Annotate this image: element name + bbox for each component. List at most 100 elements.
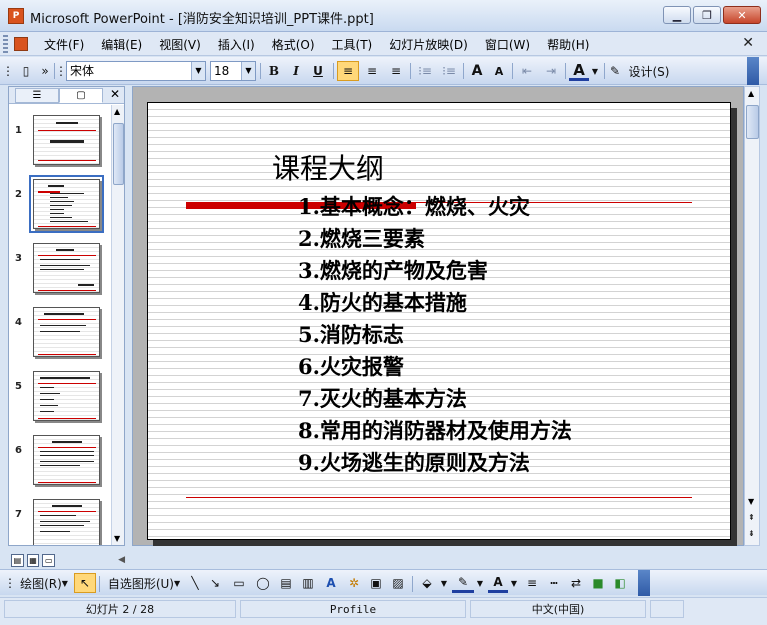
new-document-icon[interactable]: ▯ [16,61,36,81]
scroll-left-icon[interactable]: ◀ [118,555,125,565]
grip-handle[interactable]: ⋮ [4,573,16,593]
font-name-select[interactable]: 宋体 ▼ [66,61,206,81]
decrease-indent-icon[interactable]: ⇤ [516,61,538,81]
align-left-button[interactable]: ≡ [337,61,359,81]
close-document-icon[interactable]: ✕ [742,35,754,51]
menu-format[interactable]: 格式(O) [272,36,315,53]
menu-edit[interactable]: 编辑(E) [101,36,142,53]
toolbar-options-icon[interactable]: » [40,61,50,81]
numbering-icon[interactable]: ⁝≡ [414,61,436,81]
select-pointer-button[interactable]: ↖ [74,573,96,593]
grip-handle[interactable]: ⋮ [55,61,67,81]
arrow-tool-icon[interactable]: ↘ [206,573,224,593]
menu-window[interactable]: 窗口(W) [485,36,530,53]
slide-thumbnail-3[interactable]: 3 [9,241,113,301]
close-pane-icon[interactable]: ✕ [110,87,120,101]
slide-outline-list[interactable]: 1.基本概念：燃烧、火灾 2.燃烧三要素 3.燃烧的产物及危害 4.防火的基本措… [298,191,572,479]
slide-thumbnail-2[interactable]: 2 [9,175,113,237]
slide-thumbnail-5[interactable]: 5 [9,369,113,429]
italic-button[interactable]: I [286,61,306,81]
font-color-icon[interactable]: A [488,573,508,593]
slide-sorter-button[interactable]: ▦ [26,553,40,567]
slide-canvas[interactable]: 课程大纲 1.基本概念：燃烧、火灾 2.燃烧三要素 3.燃烧的产物及危害 4.防… [147,102,731,540]
chevron-down-icon[interactable]: ▼ [241,62,255,80]
menu-slideshow[interactable]: 幻灯片放映(D) [389,36,468,53]
grow-font-button[interactable]: A [467,61,487,81]
shrink-font-button[interactable]: A [489,61,509,81]
textbox-tool-icon[interactable]: ▤ [276,573,296,593]
next-slide-icon[interactable]: ⇟ [748,529,755,538]
align-center-button[interactable]: ≡ [361,61,383,81]
line-tool-icon[interactable]: ╲ [186,573,204,593]
thumb-rule [38,383,96,384]
line-color-icon[interactable]: ✎ [452,573,474,593]
slide-title[interactable]: 课程大纲 [272,147,384,187]
scroll-up-icon[interactable]: ▲ [748,89,754,98]
minimize-button[interactable]: ▁ [663,6,691,24]
menu-tools[interactable]: 工具(T) [332,36,373,53]
vertical-textbox-icon[interactable]: ▥ [298,573,318,593]
grip-handle[interactable] [3,35,8,53]
toolbar-options-icon[interactable] [747,57,759,85]
normal-view-button[interactable]: ▤ [11,553,24,567]
menu-help[interactable]: 帮助(H) [547,36,589,53]
scroll-down-icon[interactable]: ▼ [114,534,120,543]
insert-picture-icon[interactable]: ▨ [388,573,408,593]
line-style-icon[interactable]: ≡ [522,573,542,593]
clipart-icon[interactable]: ▣ [366,573,386,593]
align-right-button[interactable]: ≡ [385,61,407,81]
menu-file[interactable]: 文件(F) [44,36,84,53]
chevron-down-icon[interactable]: ▼ [439,573,449,593]
pane-scrollbar[interactable]: ▲ ▼ [111,105,124,545]
close-window-button[interactable]: ✕ [723,6,761,24]
scroll-down-icon[interactable]: ▼ [748,497,754,506]
scroll-thumb[interactable] [746,105,759,139]
thumb-rule [38,255,96,256]
thumbnail-image [33,499,100,545]
toolbar-options-icon[interactable] [638,570,650,596]
underline-button[interactable]: U [308,61,328,81]
scroll-up-icon[interactable]: ▲ [114,107,120,116]
thumb-text [40,325,86,326]
slideshow-button[interactable]: ▭ [42,553,56,567]
diagram-icon[interactable]: ✲ [344,573,364,593]
oval-tool-icon[interactable]: ◯ [252,573,274,593]
menu-view[interactable]: 视图(V) [159,36,201,53]
tab-slides[interactable]: ▢ [59,88,103,103]
dash-style-icon[interactable]: ┅ [544,573,564,593]
slide-thumbnail-1[interactable]: 1 [9,113,113,173]
powerpoint-icon[interactable]: P [8,8,24,24]
3d-style-icon[interactable]: ◧ [610,573,630,593]
chevron-down-icon[interactable]: ▼ [475,573,485,593]
increase-indent-icon[interactable]: ⇥ [540,61,562,81]
previous-slide-icon[interactable]: ⇞ [748,513,755,522]
grip-handle[interactable]: ⋮ [2,61,14,81]
slide-thumbnail-6[interactable]: 6 [9,433,113,493]
wordart-icon[interactable]: A [320,573,342,593]
shadow-style-icon[interactable]: ■ [588,573,608,593]
scroll-thumb[interactable] [113,123,124,185]
design-button[interactable]: 设计(S) [624,61,674,81]
rectangle-tool-icon[interactable]: ▭ [228,573,250,593]
bold-button[interactable]: B [264,61,284,81]
slide-thumbnail-4[interactable]: 4 [9,305,113,365]
draw-menu-button[interactable]: 绘图(R) ▼ [16,573,72,593]
menu-insert[interactable]: 插入(I) [218,36,255,53]
chevron-down-icon[interactable]: ▼ [191,62,205,80]
fill-color-icon[interactable]: ⬙ [416,573,438,593]
slide-scrollbar[interactable]: ▲ ▼ ⇞ ⇟ [744,86,760,546]
font-size-select[interactable]: 18 ▼ [210,61,256,81]
separator [463,63,464,79]
autoshapes-button[interactable]: 自选图形(U) ▼ [104,573,184,593]
tab-outline[interactable]: ☰ [15,88,59,103]
maximize-button[interactable]: ❐ [693,6,721,24]
slide-editing-area: 课程大纲 1.基本概念：燃烧、火灾 2.燃烧三要素 3.燃烧的产物及危害 4.防… [132,86,744,546]
arrow-style-icon[interactable]: ⇄ [566,573,586,593]
chevron-down-icon[interactable]: ▼ [590,61,600,81]
font-color-button[interactable]: A [569,61,589,81]
document-icon[interactable] [14,37,28,51]
thumb-rule [38,319,96,320]
bullets-icon[interactable]: ⁝≡ [438,61,460,81]
chevron-down-icon[interactable]: ▼ [509,573,519,593]
slide-thumbnail-7[interactable]: 7 [9,497,113,545]
